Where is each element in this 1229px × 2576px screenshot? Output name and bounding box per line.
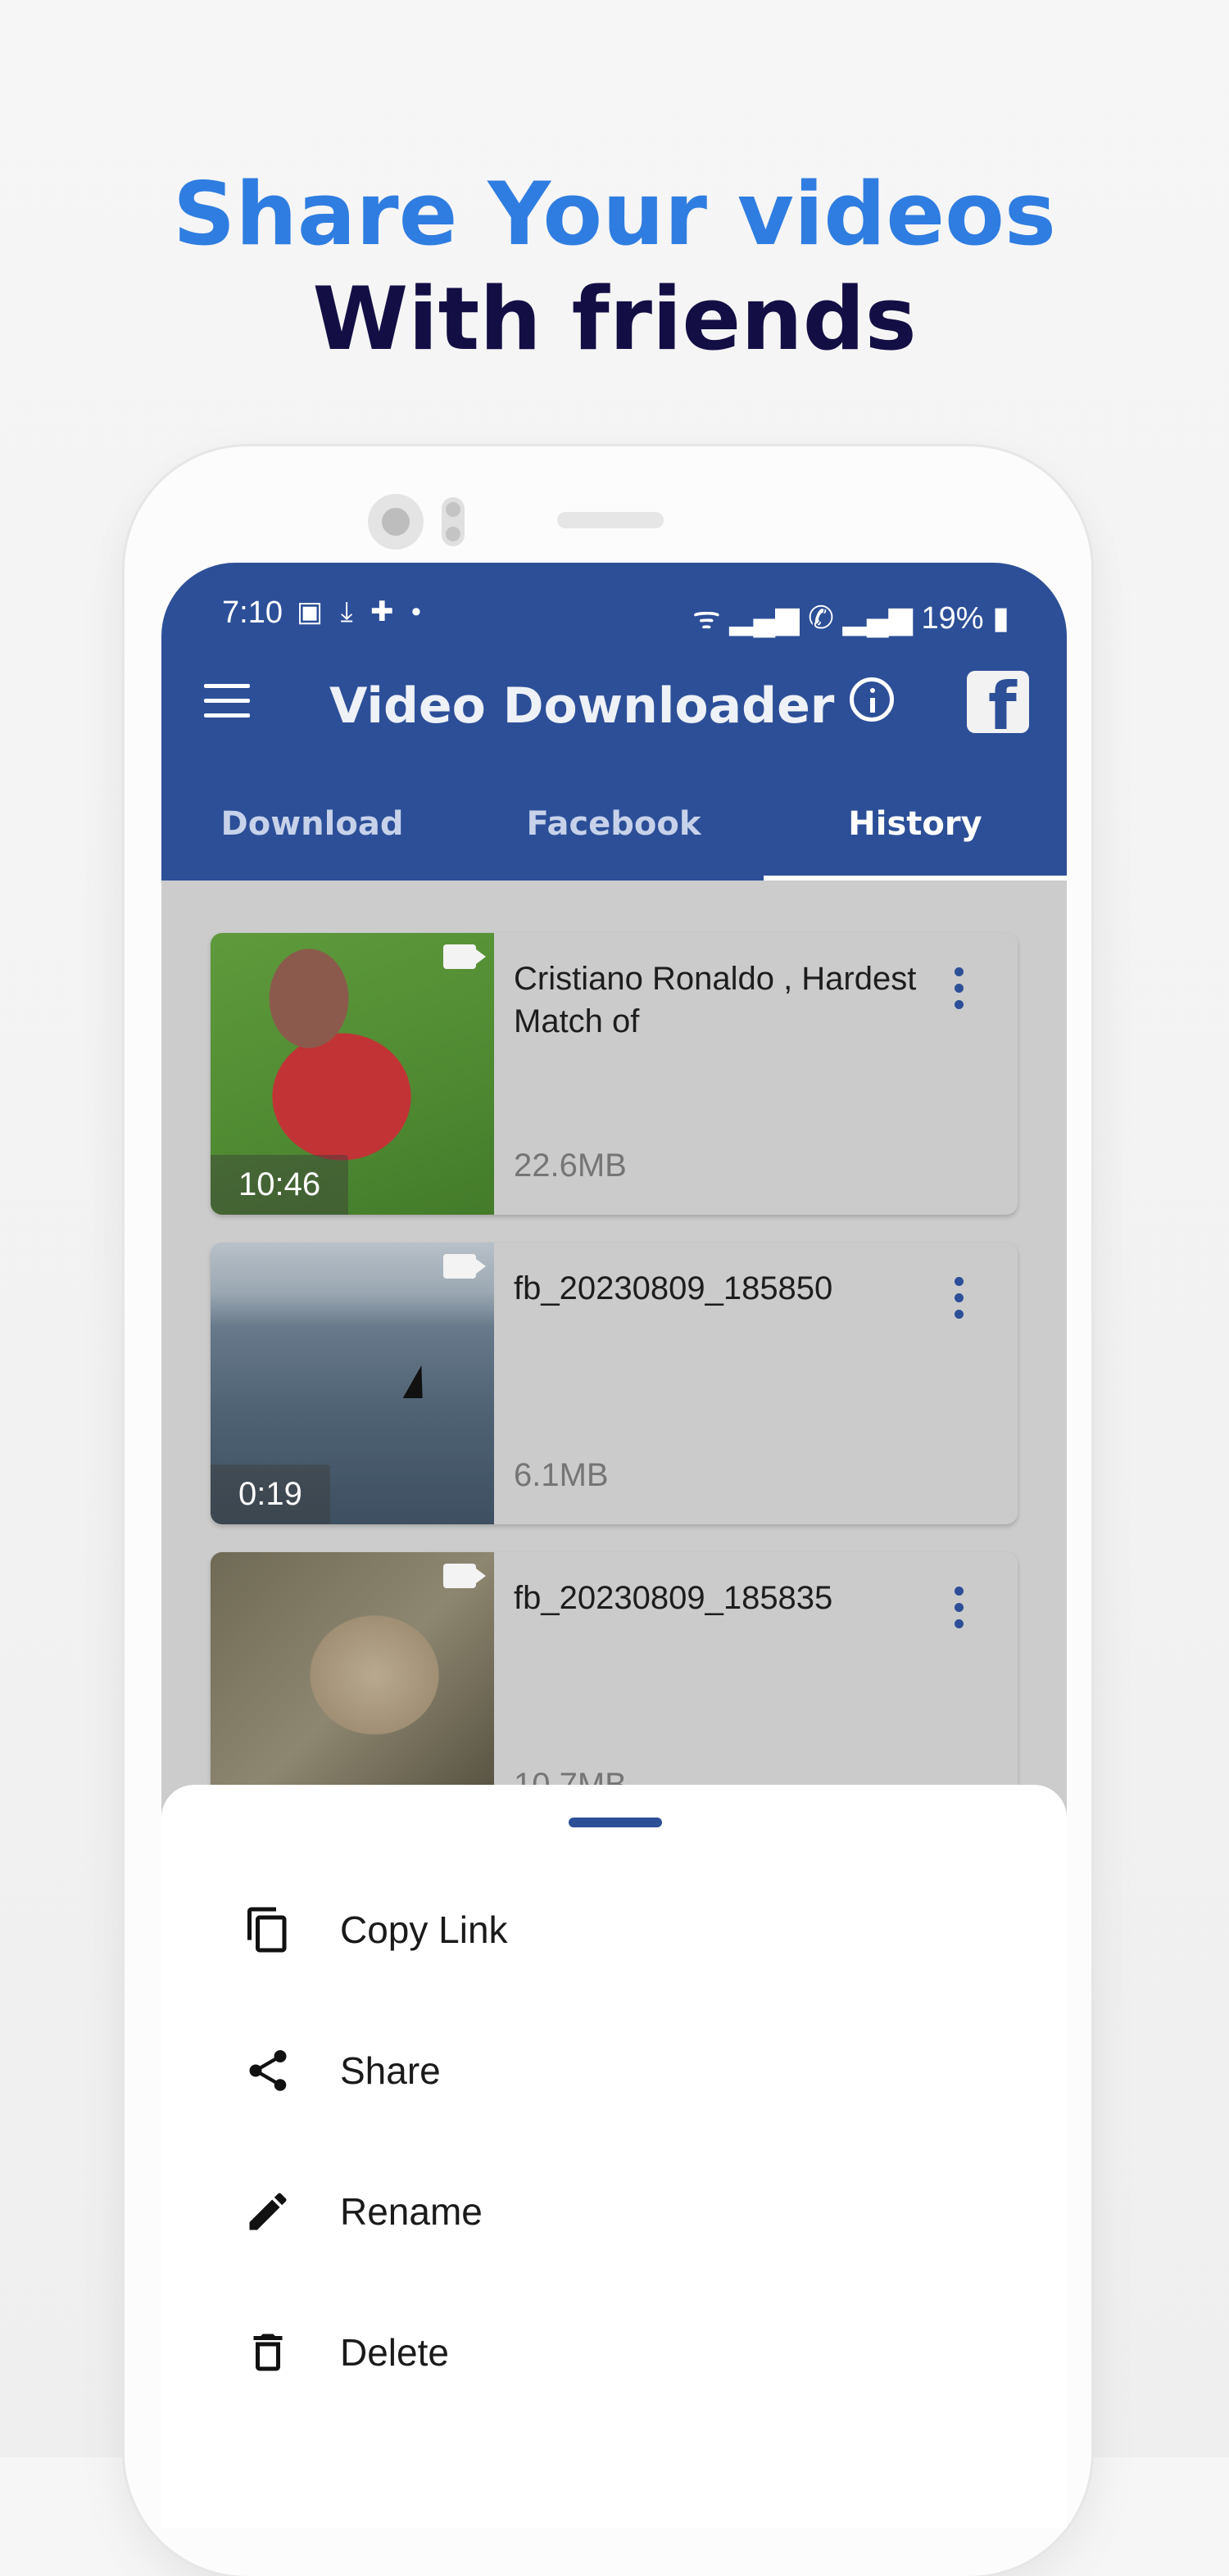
phone-screen: 7:10 ▣ ⤓ ✚ • ᯤ ▂▄▆ ✆ ▂▄▆ 19% ▮ Video Dow… [161, 563, 1067, 2528]
video-title: fb_20230809_185835 [514, 1580, 833, 1616]
list-item[interactable]: 0:19 fb_20230809_185850 6.1MB [211, 1243, 1018, 1524]
more-options-icon[interactable] [952, 1587, 965, 1636]
video-size: 6.1MB [514, 1457, 609, 1493]
headline-line-2: With friends [312, 269, 917, 369]
sensor [442, 497, 465, 546]
sheet-item-copy-link[interactable]: Copy Link [161, 1868, 1067, 1991]
sheet-item-share[interactable]: Share [161, 2009, 1067, 2132]
app-bar: 7:10 ▣ ⤓ ✚ • ᯤ ▂▄▆ ✆ ▂▄▆ 19% ▮ Video Dow… [161, 563, 1067, 881]
front-camera [368, 494, 424, 550]
menu-icon[interactable] [204, 684, 250, 718]
orca-fin [402, 1365, 432, 1398]
more-options-icon[interactable] [952, 967, 965, 1016]
share-icon [249, 2050, 287, 2091]
tab-facebook[interactable]: Facebook [463, 805, 764, 843]
info-icon[interactable] [850, 677, 894, 722]
pencil-icon [249, 2193, 287, 2230]
video-title: fb_20230809_185850 [514, 1270, 833, 1306]
app-title: Video Downloader [329, 677, 835, 735]
headline-line-1: Share Your videos [172, 164, 1056, 265]
tab-history[interactable]: History [764, 805, 1066, 843]
video-camera-icon [443, 944, 476, 969]
video-camera-icon [443, 1564, 476, 1588]
sheet-item-label: Share [340, 2049, 441, 2092]
sheet-item-delete[interactable]: Delete [161, 2291, 1067, 2414]
battery-icon: ▮ [983, 601, 1009, 636]
tab-download[interactable]: Download [161, 805, 463, 843]
earpiece-speaker [557, 512, 664, 528]
status-system: ᯤ ▂▄▆ ✆ ▂▄▆ 19% ▮ [692, 595, 1009, 638]
phone-frame: 7:10 ▣ ⤓ ✚ • ᯤ ▂▄▆ ✆ ▂▄▆ 19% ▮ Video Dow… [125, 446, 1091, 2576]
sheet-item-label: Delete [340, 2331, 449, 2374]
sheet-item-rename[interactable]: Rename [161, 2150, 1067, 2273]
status-notification-icons: ▣ ⤓ ✚ • [297, 596, 426, 627]
more-options-icon[interactable] [952, 1277, 965, 1326]
facebook-icon[interactable]: f [967, 671, 1029, 733]
trash-icon [253, 2334, 283, 2371]
status-time: 7:10 [222, 595, 283, 630]
video-camera-icon [443, 1254, 476, 1279]
signal-icons: ᯤ ▂▄▆ ✆ ▂▄▆ [692, 601, 922, 636]
sheet-drag-handle[interactable] [569, 1818, 662, 1827]
video-title: Cristiano Ronaldo , Hardest Match of [514, 961, 917, 1039]
tab-indicator [764, 876, 1067, 881]
list-item[interactable]: 10:46 Cristiano Ronaldo , Hardest Match … [211, 933, 1018, 1215]
copy-icon [247, 1907, 287, 1953]
bottom-sheet: Copy Link Share Rename Delete [161, 1785, 1067, 2528]
video-size: 22.6MB [514, 1148, 627, 1184]
video-duration: 10:46 [211, 1155, 349, 1215]
sheet-item-label: Copy Link [340, 1908, 508, 1951]
sheet-item-label: Rename [340, 2190, 483, 2233]
video-duration: 0:19 [211, 1465, 330, 1524]
battery-level: 19% [921, 601, 984, 636]
